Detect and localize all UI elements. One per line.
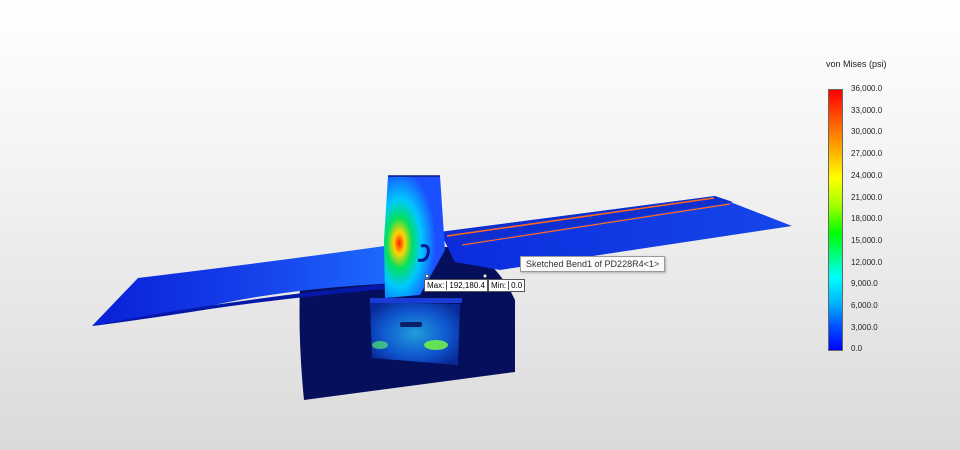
legend-tick: 0.0 — [851, 344, 863, 354]
legend-tick: 33,000.0 — [851, 105, 883, 115]
min-probe[interactable]: Min: 0.0 — [488, 279, 526, 292]
legend-tick: 24,000.0 — [851, 170, 883, 180]
bracket-slot — [400, 322, 422, 327]
legend-tick: 6,000.0 — [851, 301, 878, 310]
legend-tick: 12,000.0 — [851, 257, 883, 267]
legend-tick: 36,000.0 — [851, 84, 883, 93]
bracket-hotspot — [424, 340, 448, 350]
legend-tick: 30,000.0 — [851, 127, 883, 137]
min-value: 0.0 — [508, 281, 523, 290]
min-label: Min: — [491, 281, 507, 290]
legend-title: von Mises (psi) — [826, 59, 887, 69]
legend-tick: 9,000.0 — [851, 279, 878, 289]
color-scale-bar — [828, 89, 843, 351]
max-probe[interactable]: Max: 192,180.4 — [424, 279, 488, 292]
max-value: 192,180.4 — [446, 281, 485, 290]
fea-stress-viewport[interactable] — [0, 0, 960, 450]
hover-tooltip: Sketched Bend1 of PD228R4<1> — [520, 256, 666, 272]
bracket-top-flange — [370, 298, 462, 303]
max-label: Max: — [427, 281, 445, 290]
legend-tick: 15,000.0 — [851, 235, 883, 245]
legend-tick: 3,000.0 — [851, 322, 878, 332]
bracket-hotspot-2 — [372, 341, 388, 349]
legend-tick: 21,000.0 — [851, 192, 883, 202]
lower-bracket — [370, 302, 460, 365]
legend-tick: 27,000.0 — [851, 149, 883, 159]
legend-tick: 18,000.0 — [851, 214, 883, 224]
